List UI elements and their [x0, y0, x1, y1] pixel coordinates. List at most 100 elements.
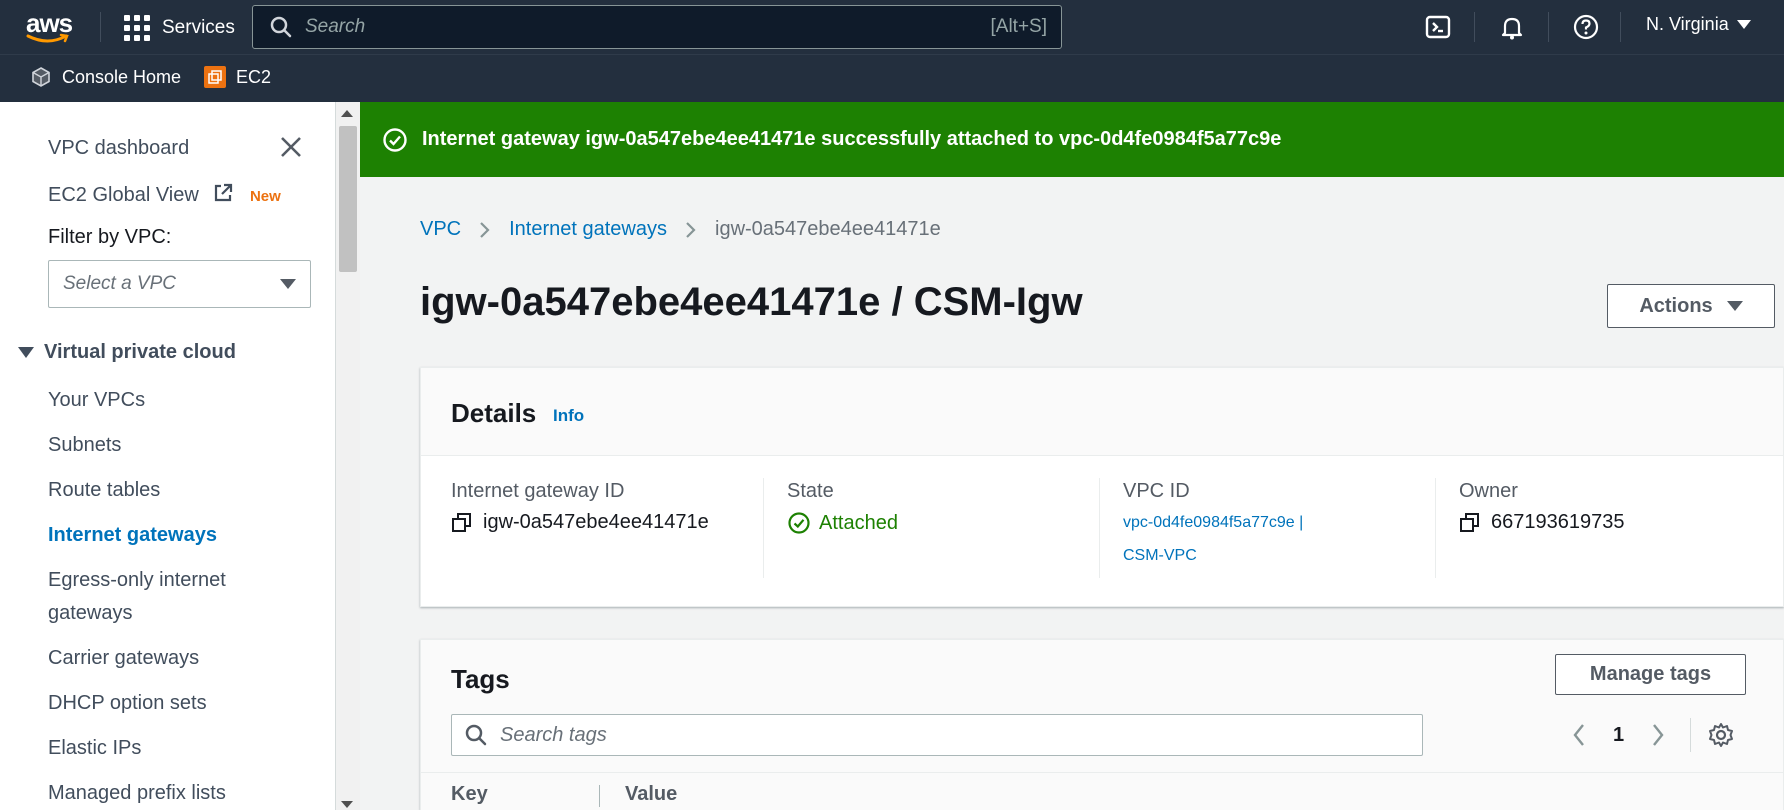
search-icon — [465, 724, 487, 746]
divider — [1690, 718, 1692, 752]
sidebar-item-egress-only-internet-gateways[interactable]: gateways — [48, 602, 133, 625]
field-internet-gateway-id: Internet gateway ID igw-0a547ebe4ee41471… — [451, 480, 751, 534]
sidebar-item-elastic-ips[interactable]: Elastic IPs — [48, 737, 141, 760]
filter-by-vpc-label: Filter by VPC: — [48, 226, 172, 248]
divider — [1548, 12, 1549, 42]
vpc-id-link[interactable]: vpc-0d4fe0984f5a77c9e | CSM-VPC — [1123, 506, 1423, 572]
sidebar-nav: VPC dashboard EC2 Global View New Filter… — [0, 102, 336, 810]
divider — [1620, 12, 1621, 42]
chevron-right-icon — [686, 221, 696, 238]
tags-search-placeholder: Search tags — [500, 723, 607, 746]
details-panel: Details Info Internet gateway ID igw-0a5… — [420, 367, 1784, 607]
help-icon[interactable] — [1572, 13, 1600, 41]
ec2-icon — [204, 66, 226, 88]
copy-icon[interactable] — [451, 512, 473, 534]
vpc-name-link-text: CSM-VPC — [1123, 547, 1197, 564]
divider — [763, 478, 764, 578]
details-header: Details Info — [421, 368, 1783, 456]
caret-down-icon — [1736, 20, 1751, 29]
favorite-ec2[interactable]: EC2 — [204, 66, 271, 88]
page-number[interactable]: 1 — [1613, 724, 1624, 747]
actions-label: Actions — [1639, 294, 1713, 317]
check-circle-icon — [383, 127, 407, 152]
manage-tags-button[interactable]: Manage tags — [1555, 654, 1746, 695]
sidebar-scrollbar-thumb[interactable] — [339, 126, 357, 272]
tags-panel: Tags Manage tags Search tags 1 Key Value — [420, 639, 1784, 810]
global-search-input[interactable]: Search [Alt+S] — [252, 5, 1062, 49]
cloudshell-icon[interactable] — [1424, 13, 1452, 41]
chevron-right-icon — [480, 221, 490, 238]
field-value: igw-0a547ebe4ee41471e — [483, 511, 709, 533]
sidebar-item-subnets[interactable]: Subnets — [48, 434, 121, 457]
field-state: State Attached — [787, 480, 1087, 535]
chevron-left-icon[interactable] — [1571, 722, 1587, 748]
details-heading: Details — [451, 398, 537, 428]
section-virtual-private-cloud[interactable]: Virtual private cloud — [18, 341, 236, 364]
gear-icon[interactable] — [1707, 721, 1735, 749]
search-shortcut: [Alt+S] — [990, 16, 1048, 37]
page-title: igw-0a547ebe4ee41471e / CSM-Igw — [420, 280, 1083, 324]
tags-search-input[interactable]: Search tags — [451, 714, 1423, 756]
breadcrumb: VPC Internet gateways igw-0a547ebe4ee414… — [420, 218, 941, 241]
breadcrumb-vpc[interactable]: VPC — [420, 218, 461, 241]
bell-icon[interactable] — [1498, 13, 1526, 41]
sidebar-item-managed-prefix-lists[interactable]: Managed prefix lists — [48, 782, 226, 805]
region-selector[interactable]: N. Virginia — [1646, 14, 1751, 35]
field-label: VPC ID — [1123, 480, 1190, 502]
field-label: State — [787, 480, 834, 502]
aws-logo[interactable]: aws — [24, 8, 84, 44]
field-owner: Owner 667193619735 — [1459, 480, 1759, 534]
caret-down-icon — [18, 347, 34, 358]
scroll-down-arrow-icon[interactable] — [341, 801, 353, 808]
sidebar-item-vpc-dashboard[interactable]: VPC dashboard — [48, 137, 189, 160]
favorites-bar: Console Home EC2 — [0, 54, 1784, 102]
services-menu-button[interactable]: Services — [124, 14, 235, 42]
tags-heading: Tags — [451, 664, 510, 694]
chevron-right-icon[interactable] — [1650, 722, 1666, 748]
sidebar-item-carrier-gateways[interactable]: Carrier gateways — [48, 647, 199, 670]
field-label: Internet gateway ID — [451, 480, 625, 502]
vpc-filter-placeholder: Select a VPC — [63, 273, 176, 294]
sidebar-item-egress-only-internet-gateways[interactable]: Egress-only internet — [48, 569, 226, 592]
divider — [1099, 478, 1100, 578]
sidebar-item-dhcp-option-sets[interactable]: DHCP option sets — [48, 692, 207, 715]
region-label: N. Virginia — [1646, 14, 1729, 34]
pagination: 1 — [1571, 718, 1735, 752]
search-placeholder: Search — [305, 16, 366, 37]
search-icon — [270, 16, 292, 38]
top-nav-bar: aws Services Search [Alt+S] N. Virginia — [0, 0, 1784, 54]
caret-down-icon — [1726, 301, 1743, 311]
aws-smile-icon — [26, 33, 69, 43]
favorite-label: EC2 — [236, 66, 272, 87]
check-circle-icon — [788, 512, 810, 534]
breadcrumb-internet-gateways[interactable]: Internet gateways — [509, 218, 667, 241]
favorite-label: Console Home — [62, 66, 182, 87]
close-icon[interactable] — [278, 134, 304, 160]
copy-icon[interactable] — [1459, 512, 1481, 534]
actions-dropdown-button[interactable]: Actions — [1607, 284, 1775, 328]
vpc-filter-select[interactable]: Select a VPC — [48, 260, 311, 308]
sidebar-item-your-vpcs[interactable]: Your VPCs — [48, 389, 145, 412]
favorite-console-home[interactable]: Console Home — [30, 66, 181, 88]
sidebar-item-internet-gateways[interactable]: Internet gateways — [48, 524, 217, 547]
breadcrumb-current: igw-0a547ebe4ee41471e — [715, 218, 941, 240]
vpc-id-link-text: vpc-0d4fe0984f5a77c9e | — [1123, 514, 1304, 531]
external-link-icon — [215, 183, 233, 202]
scroll-up-arrow-icon[interactable] — [341, 110, 353, 117]
grid-icon — [124, 15, 150, 41]
column-resizer[interactable] — [599, 785, 600, 807]
column-header-value[interactable]: Value — [625, 783, 677, 806]
sidebar-item-route-tables[interactable]: Route tables — [48, 479, 160, 502]
caret-down-icon — [280, 279, 296, 289]
section-label: Virtual private cloud — [44, 341, 236, 363]
new-badge: New — [249, 188, 281, 205]
info-link[interactable]: Info — [553, 406, 584, 426]
divider — [1474, 12, 1475, 42]
state-badge: Attached — [819, 511, 898, 534]
column-header-key[interactable]: Key — [451, 783, 488, 806]
services-label: Services — [162, 17, 235, 38]
sidebar-item-label: EC2 Global View — [48, 184, 199, 206]
flash-message: Internet gateway igw-0a547ebe4ee41471e s… — [422, 128, 1282, 150]
sidebar-item-ec2-global-view[interactable]: EC2 Global View New — [48, 182, 281, 207]
divider — [100, 12, 101, 42]
